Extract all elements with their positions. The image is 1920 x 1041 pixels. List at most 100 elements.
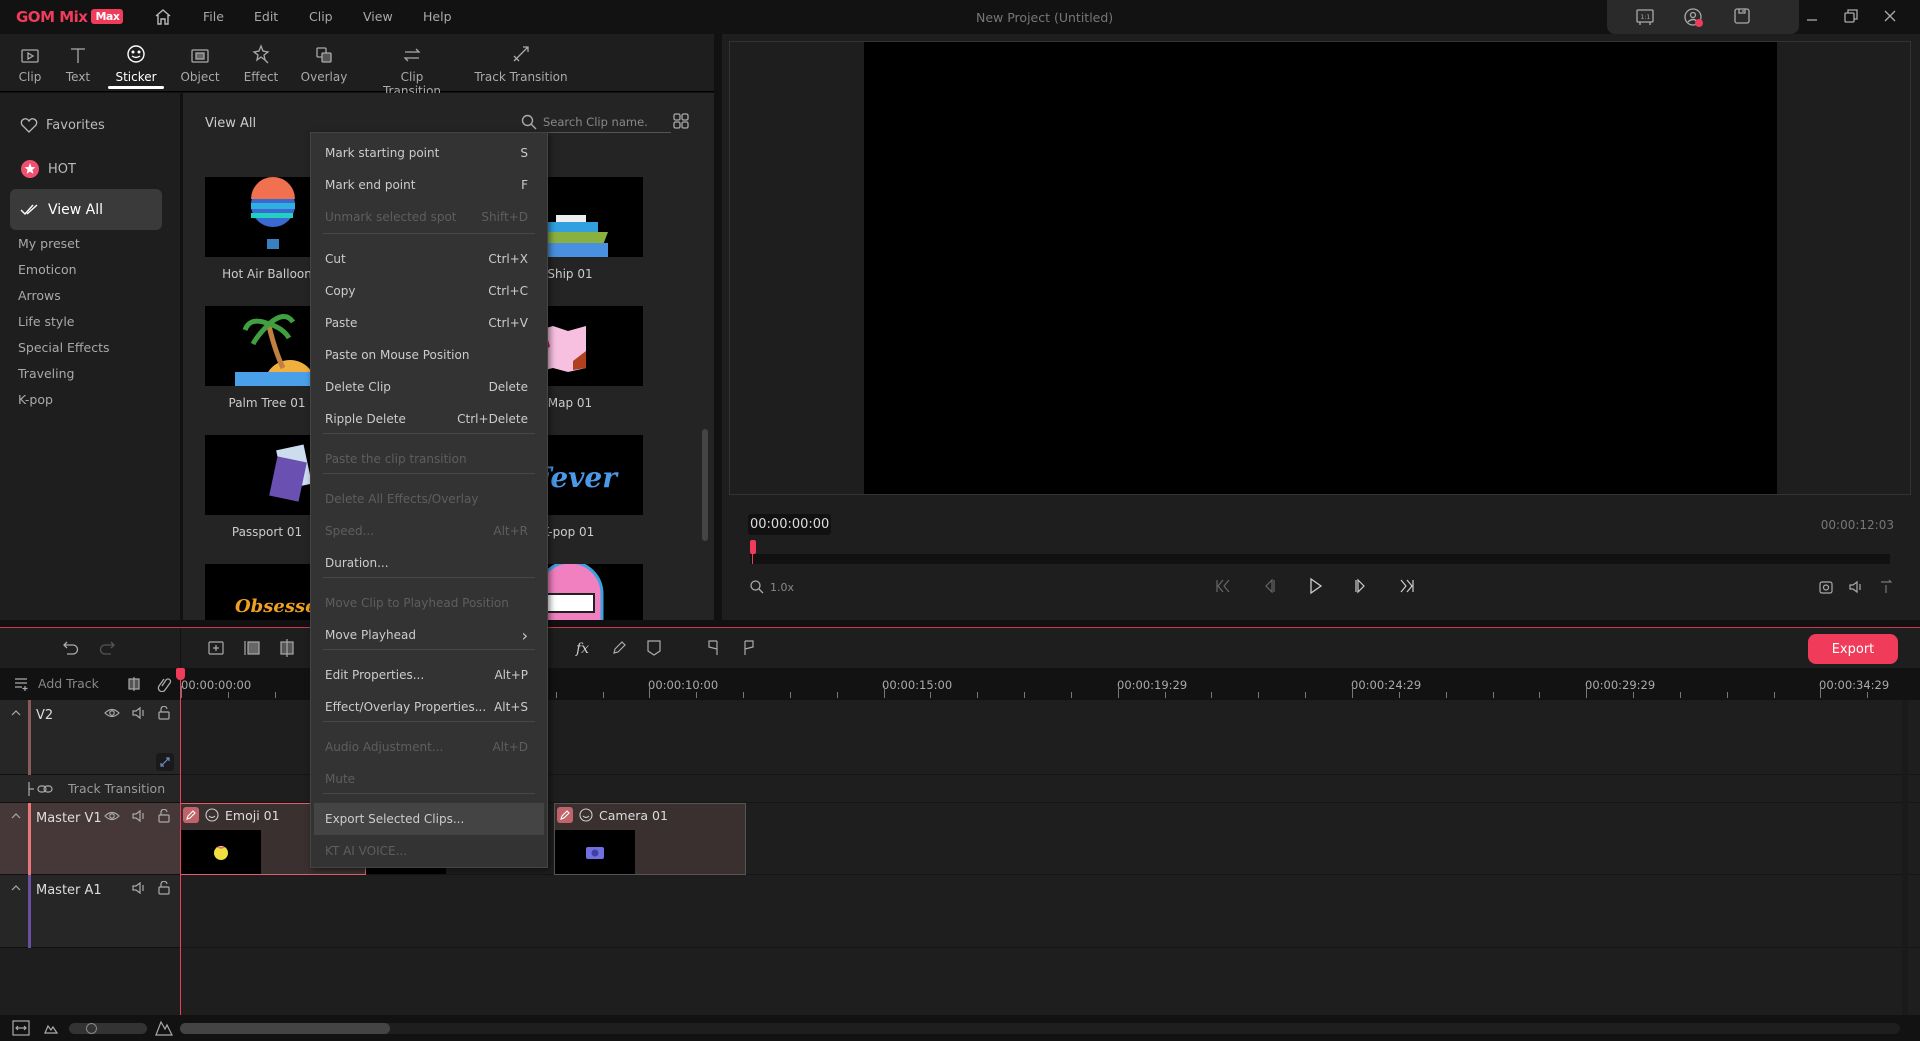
snap-icon[interactable]: [127, 676, 141, 692]
minimize-button[interactable]: [1804, 8, 1820, 24]
eye-icon[interactable]: [104, 809, 120, 823]
menu-item-cut[interactable]: Cut Ctrl+X: [311, 243, 547, 275]
menu-item-move-playhead[interactable]: Move Playhead ›: [311, 619, 547, 651]
category-favorites[interactable]: Favorites: [20, 117, 105, 133]
track-area-master-a1[interactable]: [180, 875, 1920, 948]
timeline-playhead[interactable]: [176, 668, 185, 680]
collapse-chevron-icon[interactable]: [10, 708, 22, 718]
add-media-icon[interactable]: [207, 640, 225, 656]
category-my-preset[interactable]: My preset: [18, 236, 80, 251]
menu-item-export-selected-clips[interactable]: Export Selected Clips...: [314, 803, 544, 835]
menu-view[interactable]: View: [363, 9, 393, 24]
menu-item-duration[interactable]: Duration...: [311, 547, 547, 579]
add-track-button[interactable]: Add Track: [14, 676, 99, 691]
account-icon[interactable]: [1683, 7, 1705, 29]
lock-icon[interactable]: [158, 809, 170, 823]
category-view-all[interactable]: View All: [10, 189, 162, 230]
speaker-icon[interactable]: [132, 881, 146, 895]
menu-item-edit-properties[interactable]: Edit Properties... Alt+P: [311, 659, 547, 691]
grid-view-icon[interactable]: [673, 113, 689, 129]
menu-file[interactable]: File: [203, 9, 224, 24]
close-button[interactable]: [1882, 8, 1898, 24]
skip-to-start-icon[interactable]: [1214, 577, 1232, 595]
category-arrows[interactable]: Arrows: [18, 288, 61, 303]
menu-clip[interactable]: Clip: [309, 9, 333, 24]
play-icon[interactable]: [1306, 577, 1324, 595]
home-icon[interactable]: [154, 8, 172, 26]
collapse-chevron-icon[interactable]: [10, 883, 22, 893]
speaker-icon[interactable]: [132, 809, 146, 823]
tab-sticker[interactable]: Sticker: [108, 34, 164, 92]
volume-icon[interactable]: [1848, 579, 1864, 595]
mark-in-icon[interactable]: [706, 639, 720, 657]
current-timecode[interactable]: 00:00:00:00: [748, 514, 832, 535]
timeline-hscroll-thumb[interactable]: [180, 1023, 390, 1034]
marker-icon[interactable]: [646, 639, 662, 657]
seek-playhead[interactable]: [750, 540, 756, 554]
aspect-ratio-icon[interactable]: 1:1: [1635, 8, 1655, 26]
edit-clip-icon[interactable]: [557, 807, 573, 823]
fullscreen-icon[interactable]: [1878, 579, 1894, 595]
lock-icon[interactable]: [158, 881, 170, 895]
seek-bar[interactable]: [750, 554, 1890, 564]
tab-text[interactable]: Text: [60, 34, 96, 92]
tab-clip[interactable]: Clip: [12, 34, 48, 92]
category-life-style[interactable]: Life style: [18, 314, 74, 329]
category-special-effects[interactable]: Special Effects: [18, 340, 110, 355]
menu-item-copy[interactable]: Copy Ctrl+C: [311, 275, 547, 307]
menu-item-mark-end-point[interactable]: Mark end point F: [311, 169, 547, 201]
track-transition-row[interactable]: Track Transition: [0, 775, 180, 803]
menu-edit[interactable]: Edit: [254, 9, 278, 24]
timeline-ruler[interactable]: Add Track 00:00:00:00 00:00:10:00 00:00:…: [0, 668, 1920, 700]
menu-help[interactable]: Help: [423, 9, 452, 24]
tab-object[interactable]: Object: [176, 34, 224, 92]
track-header-master-v1[interactable]: Master V1: [0, 803, 180, 875]
timeline-vscroll[interactable]: [1902, 700, 1908, 1015]
menu-item-delete-clip[interactable]: Delete Clip Delete: [311, 371, 547, 403]
track-header-v2[interactable]: V2: [0, 700, 180, 775]
tab-effect[interactable]: Effect: [238, 34, 284, 92]
undo-icon[interactable]: [62, 640, 80, 656]
fit-to-window-icon[interactable]: [12, 1020, 30, 1036]
menu-item-paste-on-mouse-position[interactable]: Paste on Mouse Position: [311, 339, 547, 371]
category-traveling[interactable]: Traveling: [18, 366, 75, 381]
restore-button[interactable]: [1843, 8, 1859, 24]
save-icon[interactable]: [1733, 7, 1751, 25]
menu-item-effect-overlay-properties[interactable]: Effect/Overlay Properties... Alt+S: [311, 691, 547, 723]
link-icon[interactable]: [156, 676, 172, 692]
previous-frame-icon[interactable]: [1260, 577, 1278, 595]
zoom-slider-thumb[interactable]: [86, 1023, 97, 1034]
category-hot[interactable]: HOT: [20, 159, 76, 179]
export-button[interactable]: Export: [1808, 634, 1898, 664]
menu-item-ripple-delete[interactable]: Ripple Delete Ctrl+Delete: [311, 403, 547, 435]
edit-pencil-icon[interactable]: [611, 640, 627, 656]
menu-item-mark-starting-point[interactable]: Mark starting point S: [311, 137, 547, 169]
timeline-hscroll[interactable]: [180, 1023, 1900, 1034]
tab-overlay[interactable]: Overlay: [298, 34, 350, 92]
tab-track-transition[interactable]: Track Transition: [474, 34, 568, 92]
next-frame-icon[interactable]: [1352, 577, 1370, 595]
track-transition-toggle-icon[interactable]: [156, 753, 174, 771]
sticker-item[interactable]: Obsessed: [205, 564, 320, 620]
zoom-slider[interactable]: [69, 1023, 147, 1034]
zoom-in-icon[interactable]: [155, 1018, 173, 1036]
timeline-clip-camera[interactable]: Camera 01: [554, 803, 746, 875]
tab-clip-transition[interactable]: Clip Transition: [370, 34, 454, 98]
category-emoticon[interactable]: Emoticon: [18, 262, 77, 277]
skip-to-end-icon[interactable]: [1398, 577, 1416, 595]
redo-icon[interactable]: [98, 640, 116, 656]
grid-scrollbar[interactable]: [702, 429, 708, 541]
category-k-pop[interactable]: K-pop: [18, 392, 53, 407]
split-clip-icon[interactable]: [278, 638, 296, 658]
track-header-master-a1[interactable]: Master A1: [0, 875, 180, 948]
preview-zoom[interactable]: 1.0x: [750, 580, 794, 594]
fx-icon[interactable]: fx: [575, 640, 593, 656]
zoom-out-icon[interactable]: [44, 1022, 58, 1034]
menu-item-paste[interactable]: Paste Ctrl+V: [311, 307, 547, 339]
split-left-icon[interactable]: [243, 640, 261, 656]
mark-out-icon[interactable]: [742, 639, 756, 657]
eye-icon[interactable]: [104, 706, 120, 720]
edit-clip-icon[interactable]: [183, 807, 199, 823]
lock-icon[interactable]: [158, 706, 170, 720]
snapshot-icon[interactable]: [1818, 579, 1834, 595]
